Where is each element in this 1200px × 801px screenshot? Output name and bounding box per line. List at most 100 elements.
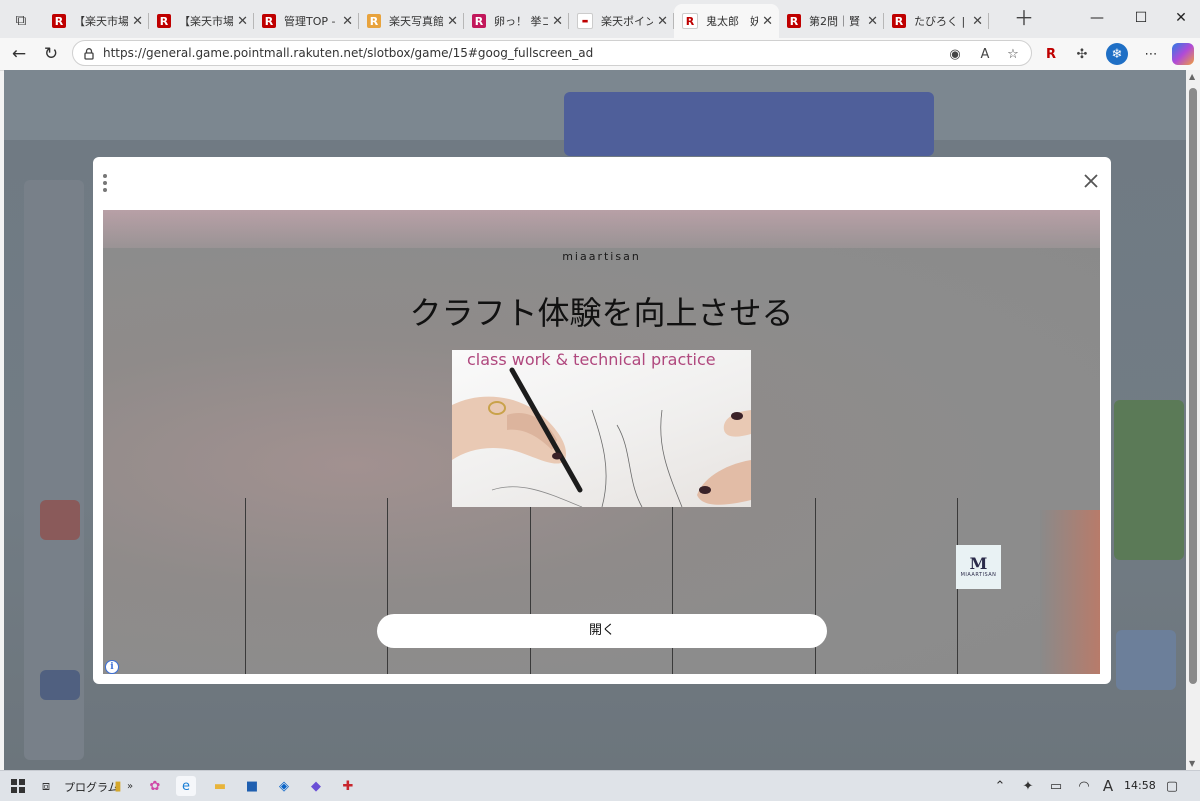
navigation-bar: ← ↻ https://general.game.pointmall.rakut… bbox=[0, 38, 1200, 71]
back-icon[interactable]: ← bbox=[6, 42, 32, 66]
tab-title: 卵っ！ 挙コレ bbox=[494, 15, 549, 28]
drawing-hands-illustration bbox=[452, 367, 751, 507]
creative-right-band bbox=[1040, 510, 1100, 674]
minimize-icon[interactable]: — bbox=[1074, 6, 1120, 30]
copilot-icon[interactable] bbox=[1172, 43, 1194, 65]
tab-close-icon[interactable]: ✕ bbox=[132, 14, 143, 29]
ad-hero-image[interactable]: class work & technical practice bbox=[452, 350, 751, 507]
tab-title: 管理TOP - bbox=[284, 15, 336, 28]
tab-close-icon[interactable]: ✕ bbox=[867, 14, 878, 29]
ad-creative[interactable]: miaartisan クラフト体験を向上させる class work & tec… bbox=[103, 210, 1100, 674]
rakuten-favicon-icon: R bbox=[52, 14, 66, 28]
app-icon[interactable]: ◆ bbox=[306, 776, 326, 796]
url-text[interactable]: https://general.game.pointmall.rakuten.n… bbox=[103, 46, 593, 60]
background-item bbox=[1116, 630, 1176, 690]
more-menu-icon[interactable]: ⋯ bbox=[1140, 43, 1162, 65]
tab-title: 【楽天市場】 bbox=[74, 15, 129, 28]
ad-brand-name: miaartisan bbox=[562, 250, 641, 263]
background-banner bbox=[564, 92, 934, 156]
battery-icon[interactable]: ▭ bbox=[1046, 776, 1066, 796]
tab-actions-icon[interactable]: ⧉ bbox=[8, 8, 34, 32]
logo-monogram: M bbox=[969, 554, 988, 573]
ime-mode-icon[interactable]: A bbox=[1098, 776, 1118, 796]
rakuten-favicon-icon: R bbox=[262, 14, 276, 28]
tab-close-icon[interactable]: ✕ bbox=[972, 14, 983, 29]
clock-time[interactable]: 14:58 bbox=[1124, 779, 1156, 792]
tray-network-app-icon[interactable]: ✦ bbox=[1018, 776, 1038, 796]
reload-icon[interactable]: ↻ bbox=[38, 42, 64, 66]
fullscreen-ad-dialog: miaartisan クラフト体験を向上させる class work & tec… bbox=[93, 157, 1111, 684]
tab-close-icon[interactable]: ✕ bbox=[657, 14, 668, 29]
close-ad-icon[interactable] bbox=[1079, 169, 1103, 193]
tab[interactable]: R 管理TOP - ✕ bbox=[254, 4, 359, 38]
store-icon[interactable]: ■ bbox=[242, 776, 262, 796]
creative-top-band bbox=[103, 210, 1100, 248]
rakuten-favicon-icon: R bbox=[157, 14, 171, 28]
tab-strip: ⧉ R 【楽天市場】 ✕ R 【楽天市場】 ✕ R 管理TOP - ✕ R 楽天… bbox=[0, 0, 1200, 38]
extensions-puzzle-icon[interactable]: ✣ bbox=[1071, 43, 1093, 65]
ad-info-icon[interactable]: i bbox=[105, 660, 119, 674]
scroll-up-icon[interactable]: ▲ bbox=[1189, 72, 1195, 81]
windows-logo-icon bbox=[11, 779, 25, 793]
notification-icon[interactable]: ▢ bbox=[1162, 776, 1182, 796]
grid-line bbox=[387, 498, 388, 674]
favorite-star-icon[interactable]: ☆ bbox=[1003, 44, 1023, 64]
new-tab-icon[interactable]: ＋ bbox=[1014, 8, 1034, 28]
wifi-icon[interactable]: ◠ bbox=[1074, 776, 1094, 796]
rakuten-collection-favicon-icon: R bbox=[472, 14, 486, 28]
scroll-thumb[interactable] bbox=[1189, 88, 1197, 684]
tab-close-icon[interactable]: ✕ bbox=[762, 14, 773, 29]
address-bar[interactable]: https://general.game.pointmall.rakuten.n… bbox=[72, 40, 1032, 66]
tab-title: 楽天ポイント bbox=[601, 15, 654, 28]
rakuten-extension-icon[interactable]: R bbox=[1040, 43, 1062, 65]
tab-title: 第2問｜賢 bbox=[809, 15, 860, 28]
tab-close-icon[interactable]: ✕ bbox=[237, 14, 248, 29]
tab[interactable]: R たびろく | 楽 ✕ bbox=[884, 4, 989, 38]
tab[interactable]: ▬ 楽天ポイント ✕ bbox=[569, 4, 674, 38]
scroll-down-icon[interactable]: ▼ bbox=[1189, 759, 1195, 768]
edge-browser-icon[interactable]: e bbox=[176, 776, 196, 796]
tab[interactable]: R 卵っ！ 挙コレ ✕ bbox=[464, 4, 569, 38]
tab-close-icon[interactable]: ✕ bbox=[447, 14, 458, 29]
open-button[interactable]: 開く bbox=[377, 614, 827, 648]
profile-avatar-icon[interactable]: ❄ bbox=[1106, 43, 1128, 65]
windows-taskbar: ⧈ プログラム ▮ » ✿ e ▬ ■ ◈ ◆ ✚ ⌃ ✦ ▭ ◠ A 14:5… bbox=[0, 770, 1200, 801]
tab-title: 【楽天市場】 bbox=[179, 15, 234, 28]
tab-close-icon[interactable]: ✕ bbox=[552, 14, 563, 29]
page-scrollbar[interactable]: ▲ ▼ bbox=[1186, 70, 1200, 770]
tracking-prevention-icon[interactable]: ◉ bbox=[945, 44, 965, 64]
tab[interactable]: R 【楽天市場】 ✕ bbox=[44, 4, 149, 38]
tab-title: たびろく | 楽 bbox=[914, 15, 968, 28]
windows-start-icon[interactable] bbox=[8, 776, 28, 796]
tab[interactable]: R 【楽天市場】 ✕ bbox=[149, 4, 254, 38]
copilot-app-icon[interactable]: ✿ bbox=[145, 776, 165, 796]
app-red-icon[interactable]: ✚ bbox=[338, 776, 358, 796]
background-item bbox=[1114, 400, 1184, 560]
background-item bbox=[40, 670, 80, 700]
tab-active[interactable]: R 鬼太郎 妖 ✕ bbox=[674, 4, 779, 38]
logo-text: MIAARTISAN bbox=[960, 572, 997, 578]
grid-line bbox=[245, 498, 246, 674]
lock-icon[interactable] bbox=[81, 46, 97, 62]
tab-title: 楽天写真館 bbox=[389, 15, 444, 28]
chevron-more-icon[interactable]: » bbox=[120, 776, 140, 796]
tab-close-icon[interactable]: ✕ bbox=[342, 14, 353, 29]
outlook-icon[interactable]: ◈ bbox=[274, 776, 294, 796]
ad-options-icon[interactable] bbox=[102, 174, 108, 192]
tab-title: 鬼太郎 妖 bbox=[706, 15, 759, 28]
tab-list: R 【楽天市場】 ✕ R 【楽天市場】 ✕ R 管理TOP - ✕ R 楽天写真… bbox=[44, 4, 989, 38]
miaartisan-logo[interactable]: M MIAARTISAN bbox=[956, 545, 1001, 589]
tab[interactable]: R 楽天写真館 ✕ bbox=[359, 4, 464, 38]
rakuten-favicon-icon: R bbox=[892, 14, 906, 28]
rakuten-favicon-icon: R bbox=[787, 14, 801, 28]
hero-caption: class work & technical practice bbox=[467, 350, 716, 369]
tab[interactable]: R 第2問｜賢 ✕ bbox=[779, 4, 884, 38]
rakuten-photo-favicon-icon: R bbox=[367, 14, 381, 28]
file-explorer-icon[interactable]: ▬ bbox=[210, 776, 230, 796]
close-window-icon[interactable]: ✕ bbox=[1158, 6, 1200, 30]
ad-headline: クラフト体験を向上させる bbox=[409, 294, 794, 332]
grid-line bbox=[815, 498, 816, 674]
task-view-icon[interactable]: ⧈ bbox=[36, 776, 56, 796]
tray-chevron-icon[interactable]: ⌃ bbox=[990, 776, 1010, 796]
read-aloud-icon[interactable]: A bbox=[975, 44, 995, 64]
